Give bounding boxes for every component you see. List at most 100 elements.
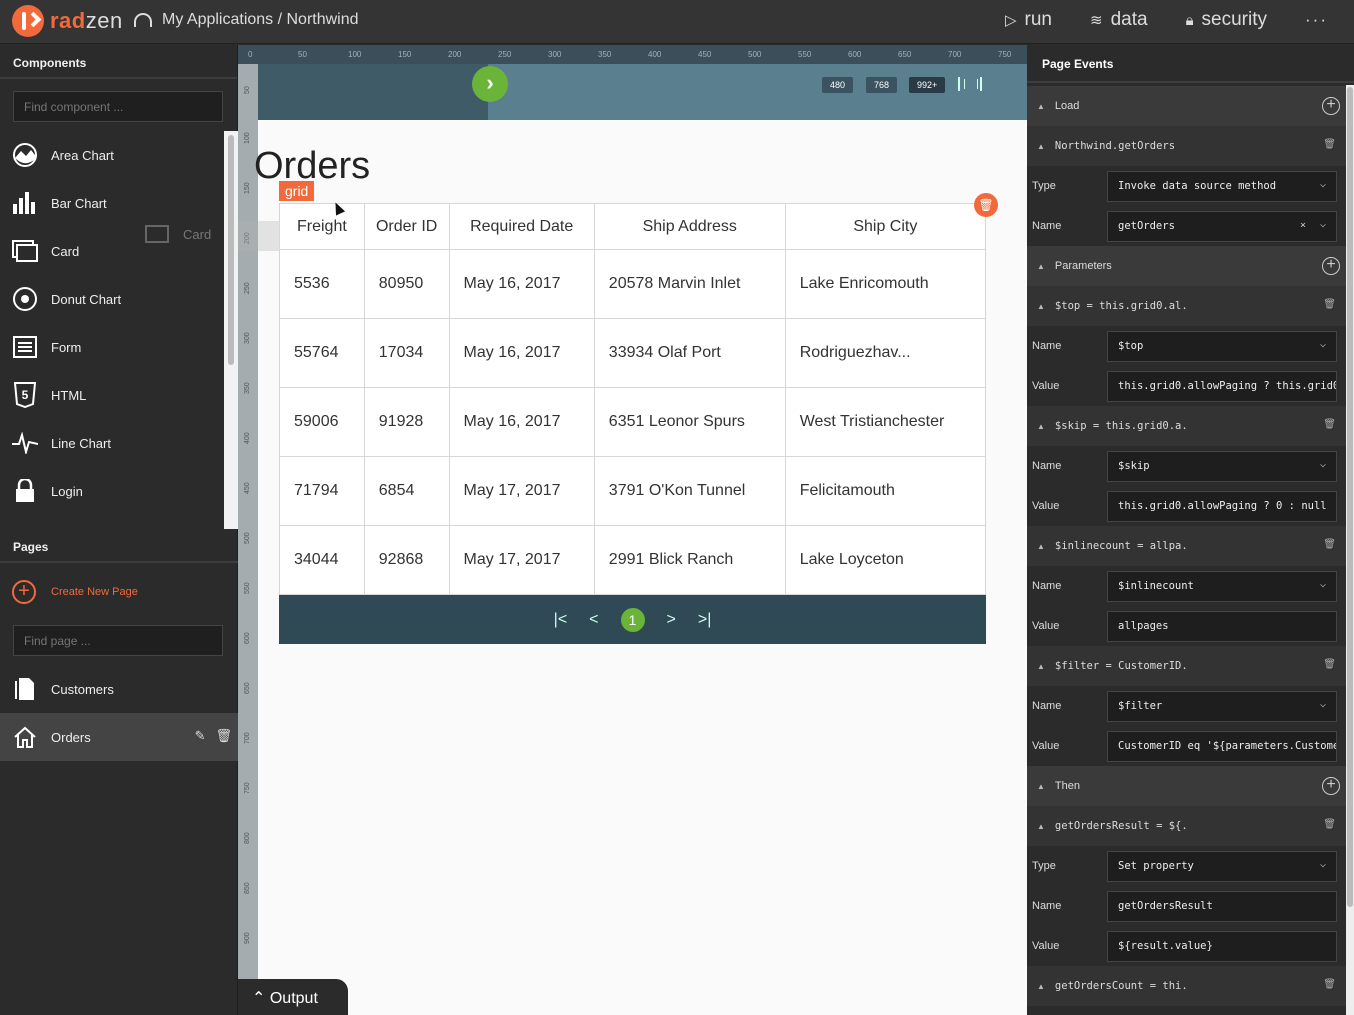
param-name-select[interactable]: $filter ⌵ — [1107, 690, 1337, 722]
page-item-orders[interactable]: Orders ✎ 🗑︎ — [0, 713, 238, 761]
ruler-tick: 750 — [244, 782, 251, 794]
select-value: $inlinecount — [1118, 579, 1194, 592]
plus-circle-icon: + — [12, 580, 36, 604]
add-circle-icon[interactable]: + — [1322, 777, 1340, 795]
component-donut-chart[interactable]: Donut Chart — [0, 275, 238, 323]
column-header[interactable]: Freight — [279, 203, 365, 250]
next-page-button[interactable]: > — [667, 611, 676, 629]
dashboard-icon — [134, 13, 152, 27]
data-button[interactable]: ≋ data — [1090, 9, 1148, 31]
page-search-input[interactable] — [13, 625, 223, 656]
param-value-input[interactable]: this.grid0.allowPaging ? this.grid0.page… — [1107, 370, 1337, 402]
prev-page-button[interactable]: < — [589, 611, 598, 629]
table-cell: 6351 Leonor Spurs — [593, 387, 786, 457]
param-value-input[interactable]: CustomerID eq '${parameters.CustomerID}' — [1107, 730, 1337, 762]
then-header[interactable]: ▲ Then + — [1027, 766, 1346, 806]
param-value-input[interactable]: allpages — [1107, 610, 1337, 642]
breadcrumb-text: My Applications / Northwind — [162, 11, 359, 28]
trash-icon[interactable]: 🗑︎ — [1323, 659, 1336, 670]
then-type-select[interactable]: Set property ⌵ — [1107, 850, 1337, 882]
then-value-input[interactable]: ${result.value} — [1107, 930, 1337, 962]
parameters-header[interactable]: ▲ Parameters + — [1027, 246, 1346, 286]
trash-icon[interactable]: 🗑︎ — [1323, 419, 1336, 430]
trash-icon[interactable]: 🗑︎ — [1323, 299, 1336, 310]
param-name-select[interactable]: $inlinecount ⌵ — [1107, 570, 1337, 602]
data-label: data — [1110, 9, 1148, 30]
output-toggle-button[interactable]: ⌃ Output — [238, 979, 348, 1015]
table-row[interactable]: 59006 91928 May 16, 2017 6351 Leonor Spurs W… — [279, 387, 987, 457]
component-area-chart[interactable]: Area Chart — [0, 131, 238, 179]
component-bar-chart[interactable]: Bar Chart — [0, 179, 238, 227]
components-title: Components — [0, 45, 237, 79]
table-row[interactable]: 55764 17034 May 16, 2017 33934 Olaf Port Rod… — [279, 318, 987, 388]
name-select[interactable]: getOrders × ⌵ — [1107, 210, 1337, 242]
breadcrumb[interactable]: My Applications / Northwind — [134, 11, 359, 29]
run-label: run — [1024, 9, 1052, 30]
security-button[interactable]: 🔒︎ security — [1186, 9, 1267, 31]
orders-grid[interactable]: Freight Order ID Required Date Ship Addr… — [279, 203, 987, 595]
table-row[interactable]: 5536 80950 May 16, 2017 20578 Marvin Inlet L… — [279, 249, 987, 319]
trash-icon[interactable]: 🗑︎ — [215, 728, 232, 744]
param-header[interactable]: ▲ $skip = this.grid0.a. 🗑︎ — [1027, 406, 1346, 446]
event-load-header[interactable]: ▲ Load + — [1027, 86, 1346, 126]
then-name-input[interactable]: getOrdersResult — [1107, 890, 1337, 922]
component-login[interactable]: Login — [0, 467, 238, 515]
trash-icon[interactable]: 🗑︎ — [1323, 819, 1336, 830]
add-circle-icon[interactable]: + — [1322, 97, 1340, 115]
table-cell: 92868 — [363, 525, 450, 595]
param-name-select[interactable]: $top ⌵ — [1107, 330, 1337, 362]
component-html[interactable]: 5 HTML — [0, 371, 238, 419]
responsive-icon[interactable] — [958, 77, 982, 91]
param-name-select[interactable]: $skip ⌵ — [1107, 450, 1337, 482]
breakpoint-768[interactable]: 768 — [866, 77, 898, 93]
radzen-logo[interactable]: radzen — [12, 5, 123, 37]
then-action-header[interactable]: ▲ getOrdersResult = ${. 🗑︎ — [1027, 806, 1346, 846]
param-header[interactable]: ▲ $filter = CustomerID. 🗑︎ — [1027, 646, 1346, 686]
breakpoint-992[interactable]: 992+ — [909, 77, 946, 93]
page-item-customers[interactable]: Customers — [0, 665, 238, 713]
brand-rest: zen — [85, 8, 123, 33]
trash-icon[interactable]: 🗑︎ — [1323, 539, 1336, 550]
component-scrollbar[interactable] — [224, 131, 238, 529]
scrollbar-thumb[interactable] — [1347, 87, 1353, 907]
table-row[interactable]: 71794 6854 May 17, 2017 3791 O'Kon Tunnel Fe… — [279, 456, 987, 526]
breakpoint-480[interactable]: 480 — [822, 77, 854, 93]
component-label: Donut Chart — [51, 291, 122, 307]
events-scrollbar[interactable] — [1346, 85, 1354, 1015]
then-action-header[interactable]: ▲ getOrdersCount = thi. 🗑︎ — [1027, 966, 1346, 1006]
column-header[interactable]: Ship Address — [593, 203, 786, 250]
component-form[interactable]: Form — [0, 323, 238, 371]
trash-icon[interactable]: 🗑︎ — [1323, 139, 1336, 150]
page-number-button[interactable]: 1 — [620, 607, 645, 632]
chevron-right-icon[interactable]: › — [472, 66, 508, 102]
column-header[interactable]: Ship City — [784, 203, 987, 250]
clear-icon[interactable]: × — [1300, 220, 1306, 231]
delete-component-button[interactable]: 🗑︎ — [974, 193, 998, 217]
add-circle-icon[interactable]: + — [1322, 257, 1340, 275]
field-label: Name — [1032, 220, 1062, 232]
field-label: Type — [1032, 180, 1056, 192]
param-value-input[interactable]: this.grid0.allowPaging ? 0 : null — [1107, 490, 1337, 522]
edit-icon[interactable]: ✎ — [195, 728, 206, 744]
bar-chart-icon — [12, 190, 38, 216]
param-header[interactable]: ▲ $inlinecount = allpa. 🗑︎ — [1027, 526, 1346, 566]
more-menu-button[interactable]: ··· — [1305, 10, 1328, 30]
column-header[interactable]: Required Date — [448, 203, 595, 250]
create-new-page-button[interactable]: + Create New Page — [12, 580, 138, 604]
type-select[interactable]: Invoke data source method ⌵ — [1107, 170, 1337, 202]
table-row[interactable]: 34044 92868 May 17, 2017 2991 Blick Ranch La… — [279, 525, 987, 595]
grid-tag[interactable]: grid — [279, 181, 315, 201]
column-header[interactable]: Order ID — [363, 203, 450, 250]
scrollbar-thumb[interactable] — [228, 135, 234, 365]
param-header[interactable]: ▲ $top = this.grid0.al. 🗑︎ — [1027, 286, 1346, 326]
select-value: $filter — [1118, 699, 1163, 712]
action-header[interactable]: ▲ Northwind.getOrders 🗑︎ — [1027, 126, 1346, 166]
last-page-button[interactable]: >| — [698, 611, 712, 629]
component-line-chart[interactable]: Line Chart — [0, 419, 238, 467]
then-value-row: Value ${result.value} — [1027, 926, 1346, 966]
run-button[interactable]: ▷ run — [1005, 9, 1052, 31]
design-canvas[interactable]: 0 50 100 150 200 250 300 350 400 450 500 550 600 650 7… — [238, 45, 1027, 1015]
trash-icon[interactable]: 🗑︎ — [1323, 979, 1336, 990]
component-search-input[interactable] — [13, 91, 223, 122]
first-page-button[interactable]: |< — [554, 611, 568, 629]
